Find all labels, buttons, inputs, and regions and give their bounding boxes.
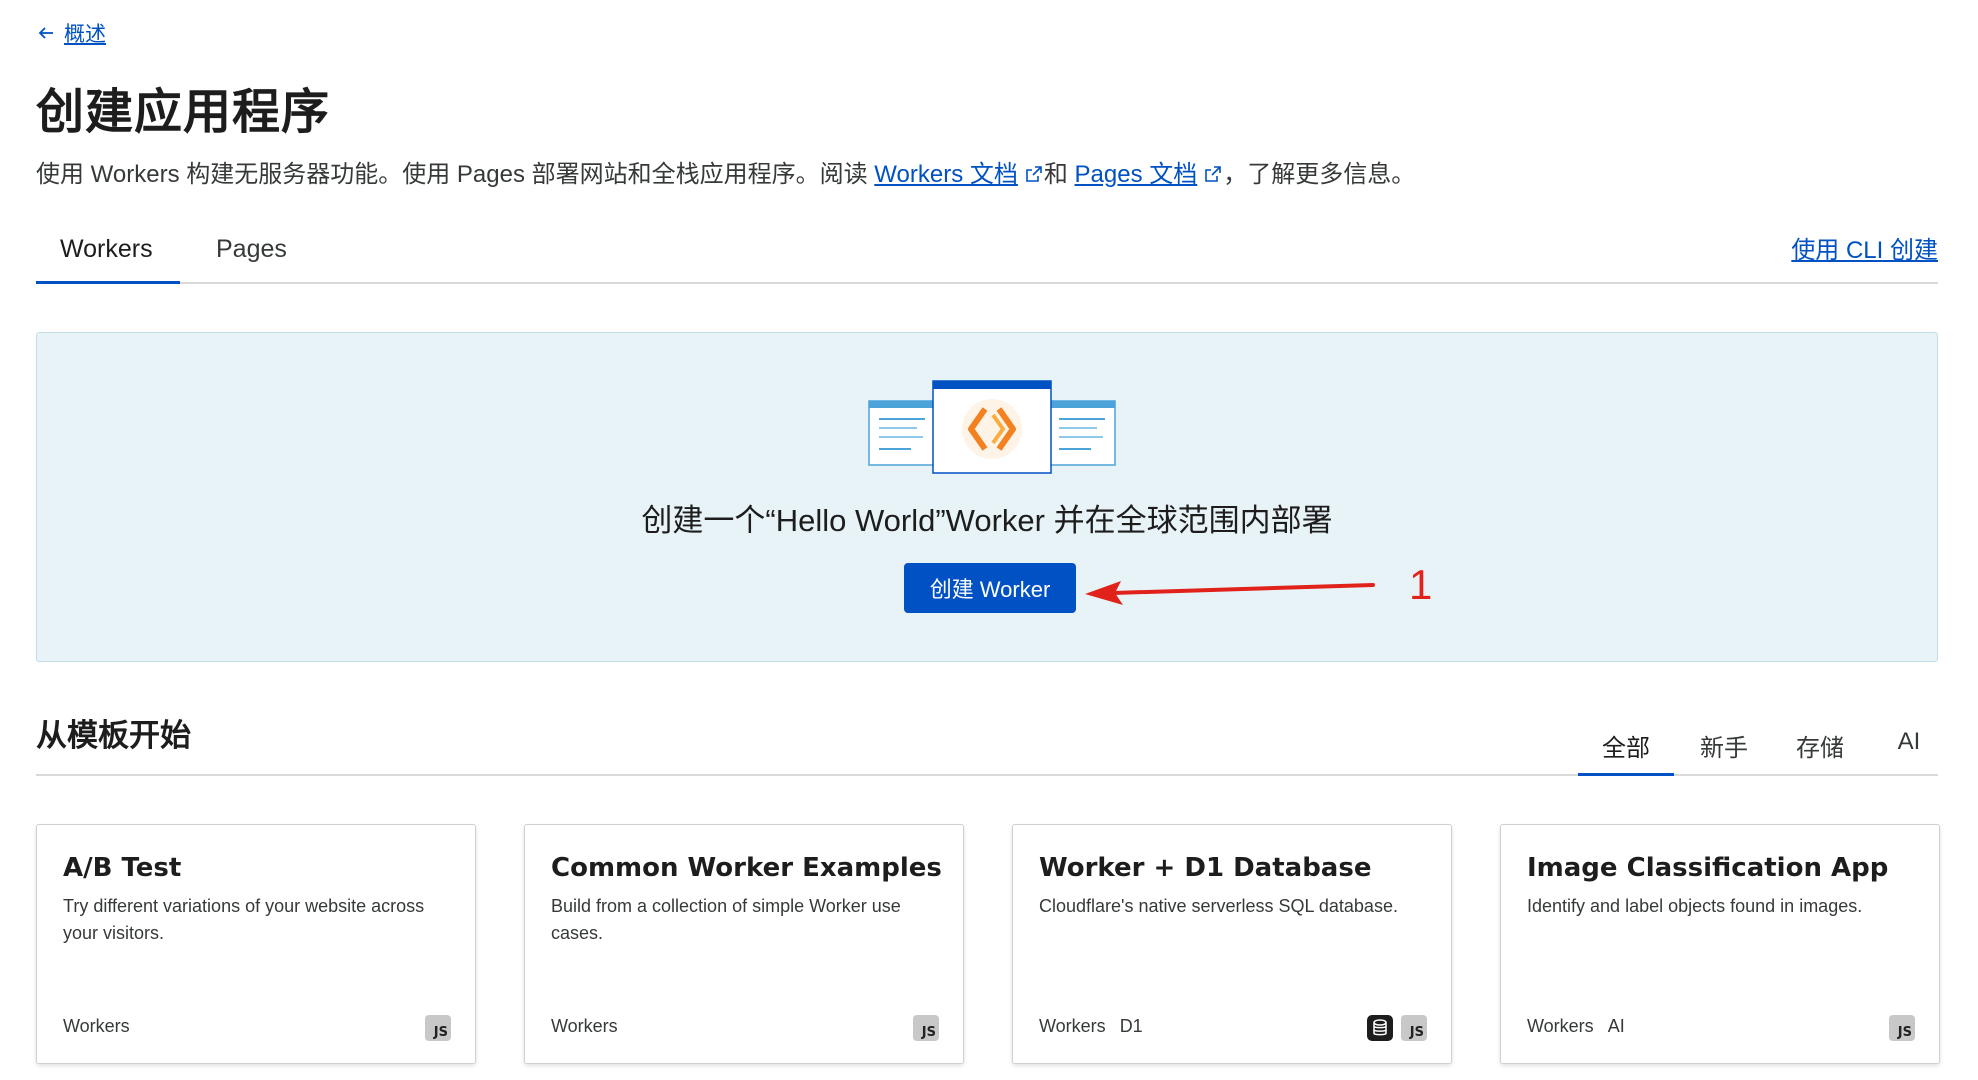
card-description: Cloudflare's native serverless SQL datab… [1039, 896, 1398, 916]
card-icons: JS [913, 1015, 939, 1041]
arrow-left-icon [38, 27, 53, 39]
js-icon: JS [425, 1015, 451, 1041]
page-title: 创建应用程序 [36, 84, 331, 140]
create-with-cli-link[interactable]: 使用 CLI 创建 [1791, 230, 1938, 265]
card-title: A/B Test [63, 853, 182, 883]
card-title: Worker + D1 Database [1039, 853, 1372, 883]
card-tag: D1 [1119, 1016, 1143, 1036]
card-icons: JS [1367, 1015, 1427, 1041]
external-link-icon[interactable] [1203, 164, 1223, 184]
desc-and: 和 [1043, 161, 1075, 188]
card-icons: JS [1889, 1015, 1915, 1041]
create-worker-button[interactable]: 创建 Worker [904, 563, 1076, 613]
js-icon: JS [1401, 1015, 1427, 1041]
card-tag: Workers [63, 1016, 130, 1036]
desc-prefix: 使用 Workers 构建无服务器功能。使用 Pages 部署网站和全栈应用程序… [36, 161, 875, 188]
card-description: Identify and label objects found in imag… [1527, 896, 1863, 916]
card-description: Try different variations of your website… [63, 896, 425, 943]
filter-ai[interactable]: AI [1894, 728, 1924, 776]
workers-docs-link[interactable]: Workers 文档 [874, 161, 1018, 188]
back-link-label: 概述 [64, 23, 106, 46]
filter-beginner[interactable]: 新手 [1694, 728, 1754, 776]
template-filter-bar: 全部 新手 存储 AI [36, 718, 1938, 776]
card-icons: JS [425, 1015, 451, 1041]
card-description: Build from a collection of simple Worker… [551, 896, 901, 943]
card-tags: Workers D1 [1039, 1016, 1143, 1037]
template-card-d1-database[interactable]: Worker + D1 Database Cloudflare's native… [1012, 824, 1452, 1064]
tab-workers[interactable]: Workers [36, 230, 180, 284]
external-link-icon[interactable] [1024, 164, 1044, 184]
card-title: Common Worker Examples [551, 853, 942, 883]
card-tags: Workers [63, 1016, 130, 1037]
page-description: 使用 Workers 构建无服务器功能。使用 Pages 部署网站和全栈应用程序… [36, 154, 1415, 189]
desc-suffix: ，了解更多信息。 [1223, 161, 1416, 188]
template-card-common-examples[interactable]: Common Worker Examples Build from a coll… [524, 824, 964, 1064]
app-type-tabs: Workers Pages 使用 CLI 创建 [36, 218, 1938, 284]
templates-section-title: 从模板开始 [36, 718, 191, 754]
back-link[interactable]: 概述 [36, 18, 106, 48]
filter-storage[interactable]: 存储 [1790, 728, 1850, 776]
card-title: Image Classification App [1527, 853, 1889, 883]
template-card-image-classification[interactable]: Image Classification App Identify and la… [1500, 824, 1940, 1064]
card-tag: Workers [551, 1016, 618, 1036]
template-card-ab-test[interactable]: A/B Test Try different variations of you… [36, 824, 476, 1064]
database-icon [1367, 1015, 1393, 1041]
workers-illustration-icon [868, 380, 1116, 474]
annotation-number: 1 [1409, 561, 1433, 608]
card-tags: Workers [551, 1016, 618, 1037]
card-tag: Workers [1527, 1016, 1594, 1036]
pages-docs-link[interactable]: Pages 文档 [1075, 161, 1198, 188]
annotation-arrow-icon [1085, 581, 1375, 605]
card-tag: AI [1607, 1016, 1625, 1036]
filter-all[interactable]: 全部 [1578, 728, 1674, 776]
hero-text: 创建一个“Hello World”Worker 并在全球范围内部署 [641, 503, 1333, 538]
js-icon: JS [1889, 1015, 1915, 1041]
js-icon: JS [913, 1015, 939, 1041]
card-tags: Workers AI [1527, 1016, 1625, 1037]
hello-world-hero: 创建一个“Hello World”Worker 并在全球范围内部署 创建 Wor… [36, 332, 1938, 662]
card-tag: Workers [1039, 1016, 1106, 1036]
tab-pages[interactable]: Pages [216, 230, 287, 284]
